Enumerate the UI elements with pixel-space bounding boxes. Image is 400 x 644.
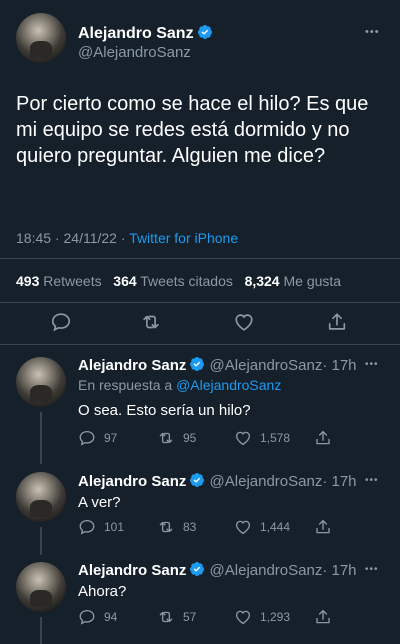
likes-count: 8,324 xyxy=(244,273,280,289)
author-name[interactable]: Alejandro Sanz xyxy=(78,357,186,374)
retweet-icon xyxy=(143,315,159,329)
thread-line xyxy=(40,617,42,644)
verified-badge-icon xyxy=(190,562,205,576)
tweet-stats: 493 Retweets 364 Tweets citados 8,324 Me… xyxy=(16,273,341,289)
likes-label: Me gusta xyxy=(283,273,342,289)
reply-header: Alejandro Sanz @AlejandroSanz· 17h xyxy=(78,472,357,490)
author-handle[interactable]: @AlejandroSanz xyxy=(210,357,323,374)
like-icon xyxy=(235,431,251,446)
more-icon[interactable]: ••• xyxy=(365,27,380,38)
share-icon xyxy=(328,313,346,330)
reply-context: En respuesta a @AlejandroSanz xyxy=(78,377,281,393)
retweet-icon xyxy=(159,611,173,623)
likes-stat[interactable]: 8,324 Me gusta xyxy=(245,273,342,289)
reply-context-handle[interactable]: @AlejandroSanz xyxy=(176,377,281,393)
divider xyxy=(0,302,400,303)
retweet-button[interactable]: 57 xyxy=(157,608,196,626)
tweet-meta: 18:45 · 24/11/22 · Twitter for iPhone xyxy=(16,230,238,246)
retweet-count: 57 xyxy=(183,610,197,624)
tweet-source[interactable]: Twitter for iPhone xyxy=(129,230,238,246)
reply-count: 97 xyxy=(104,431,118,445)
like-button[interactable]: 1,444 xyxy=(234,518,290,536)
share-icon xyxy=(316,519,330,534)
retweet-button[interactable]: 95 xyxy=(157,429,196,447)
author-handle[interactable]: @AlejandroSanz xyxy=(78,44,191,61)
share-button[interactable] xyxy=(314,518,332,536)
reply-header: Alejandro Sanz @AlejandroSanz· 17h xyxy=(78,356,357,374)
retweet-icon xyxy=(159,521,173,533)
verified-badge-icon xyxy=(190,473,205,487)
meta-separator: · xyxy=(51,230,64,246)
reply-button[interactable] xyxy=(50,311,72,338)
like-count: 1,444 xyxy=(260,520,291,534)
tweet-text: Por cierto como se hace el hilo? Es que … xyxy=(16,93,369,167)
tweet-age[interactable]: · 17h xyxy=(322,473,356,490)
author-handle[interactable]: @AlejandroSanz xyxy=(210,473,323,490)
like-icon xyxy=(235,520,251,535)
like-button[interactable] xyxy=(233,311,255,338)
retweet-count: 83 xyxy=(183,520,197,534)
reply-text: O sea. Esto sería un hilo? xyxy=(78,402,251,419)
like-icon xyxy=(235,610,251,625)
author-name[interactable]: Alejandro Sanz xyxy=(78,473,186,490)
retweet-button[interactable] xyxy=(140,311,162,338)
quotes-label: Tweets citados xyxy=(140,273,233,289)
verified-badge-icon xyxy=(190,357,205,371)
like-count: 1,578 xyxy=(260,431,291,445)
reply-count: 101 xyxy=(104,520,125,534)
avatar[interactable] xyxy=(16,13,66,63)
more-icon[interactable]: ••• xyxy=(365,476,379,486)
author-handle[interactable]: @AlejandroSanz xyxy=(210,562,323,579)
quotes-count: 364 xyxy=(113,273,137,289)
retweet-button[interactable]: 83 xyxy=(157,518,196,536)
reply-context-prefix: En respuesta a xyxy=(78,377,177,393)
quotes-stat[interactable]: 364 Tweets citados xyxy=(113,273,233,289)
reply-icon xyxy=(79,430,95,446)
like-icon xyxy=(235,314,253,331)
reply-text: Ahora? xyxy=(78,583,127,600)
reply-icon xyxy=(51,313,71,332)
reply-icon xyxy=(79,609,95,625)
retweets-label: Retweets xyxy=(43,273,102,289)
reply-count: 94 xyxy=(104,610,118,624)
reply-button[interactable]: 101 xyxy=(78,518,124,536)
like-button[interactable]: 1,293 xyxy=(234,608,290,626)
author-name[interactable]: Alejandro Sanz xyxy=(78,562,186,579)
author-name[interactable]: Alejandro Sanz xyxy=(78,25,194,42)
reply-icon xyxy=(79,519,95,535)
thread-line xyxy=(40,527,42,555)
reply-header: Alejandro Sanz @AlejandroSanz· 17h xyxy=(78,561,357,579)
retweets-count: 493 xyxy=(16,273,40,289)
more-icon[interactable]: ••• xyxy=(365,565,379,575)
tweet-age[interactable]: · 17h xyxy=(322,562,356,579)
share-button[interactable] xyxy=(326,311,348,338)
share-button[interactable] xyxy=(314,429,332,447)
like-button[interactable]: 1,578 xyxy=(234,429,290,447)
avatar[interactable] xyxy=(16,472,66,522)
reply-button[interactable]: 97 xyxy=(78,429,117,447)
like-count: 1,293 xyxy=(260,610,291,624)
divider xyxy=(0,344,400,345)
share-icon xyxy=(316,609,330,624)
retweets-stat[interactable]: 493 Retweets xyxy=(16,273,102,289)
divider xyxy=(0,258,400,259)
reply-button[interactable]: 94 xyxy=(78,608,117,626)
tweet-age[interactable]: · 17h xyxy=(322,357,356,374)
share-icon xyxy=(316,430,330,445)
avatar[interactable] xyxy=(16,357,66,407)
retweet-count: 95 xyxy=(183,431,197,445)
verified-badge-icon xyxy=(197,25,212,39)
author-name-row: Alejandro Sanz xyxy=(78,24,213,43)
reply-text: A ver? xyxy=(78,494,121,511)
tweet-date[interactable]: 24/11/22 xyxy=(64,230,117,246)
meta-separator: · xyxy=(116,230,130,246)
share-button[interactable] xyxy=(314,608,332,626)
avatar[interactable] xyxy=(16,562,66,612)
more-icon[interactable]: ••• xyxy=(365,360,379,370)
thread-line xyxy=(40,412,42,464)
tweet-time[interactable]: 18:45 xyxy=(16,230,51,246)
retweet-icon xyxy=(159,432,173,444)
